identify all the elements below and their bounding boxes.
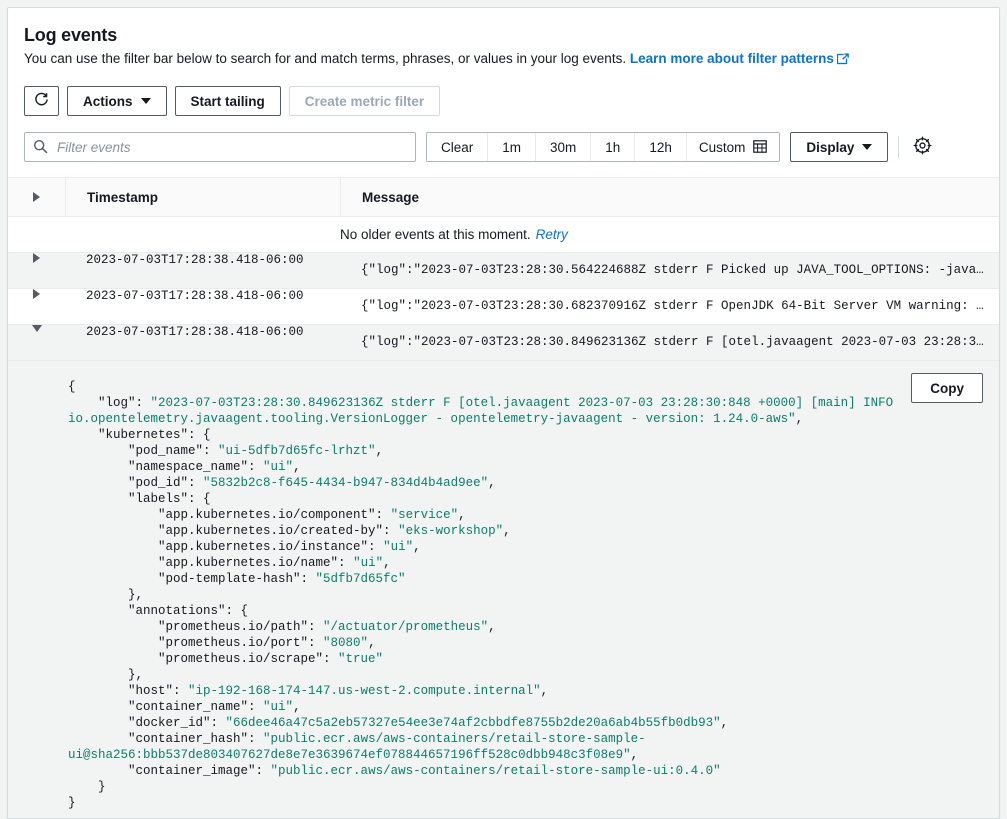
- screenshot-root: Log events You can use the filter bar be…: [0, 0, 1007, 819]
- refresh-button[interactable]: [24, 86, 59, 116]
- chevron-right-icon: [33, 192, 40, 202]
- column-header-message[interactable]: Message: [340, 178, 999, 216]
- row-expand-toggle[interactable]: [8, 289, 65, 299]
- actions-button-label: Actions: [83, 94, 133, 109]
- filter-bar: Clear 1m 30m 1h 12h Custom: [8, 116, 999, 162]
- display-button-label: Display: [806, 140, 854, 155]
- range-custom[interactable]: Custom: [687, 133, 780, 161]
- range-1h[interactable]: 1h: [591, 133, 635, 161]
- calendar-icon: [753, 139, 767, 156]
- panel-description: You can use the filter bar below to sear…: [24, 49, 983, 71]
- row-timestamp: 2023-07-03T17:28:38.418-06:00: [65, 253, 340, 267]
- time-range-selector: Clear 1m 30m 1h 12h Custom: [426, 132, 780, 162]
- panel-description-text: You can use the filter bar below to sear…: [24, 51, 626, 66]
- table-row[interactable]: 2023-07-03T17:28:38.418-06:00 {"log":"20…: [8, 325, 999, 361]
- row-collapse-toggle[interactable]: [8, 325, 65, 332]
- table-header-row: Timestamp Message: [8, 177, 999, 217]
- panel-header: Log events You can use the filter bar be…: [8, 8, 999, 71]
- expanded-event-detail: Copy { "log": "2023-07-03T23:28:30.84962…: [8, 361, 999, 819]
- filter-patterns-link[interactable]: Learn more about filter patterns: [630, 51, 849, 66]
- copy-button[interactable]: Copy: [911, 373, 983, 403]
- toolbar-divider: [898, 136, 899, 158]
- display-dropdown-button[interactable]: Display: [790, 132, 888, 162]
- no-older-events-text: No older events at this moment.: [340, 227, 531, 242]
- range-12h[interactable]: 12h: [635, 133, 687, 161]
- start-tailing-button[interactable]: Start tailing: [175, 86, 281, 116]
- range-clear[interactable]: Clear: [427, 133, 488, 161]
- chevron-down-icon: [141, 98, 151, 104]
- refresh-icon: [34, 92, 49, 110]
- external-link-icon: [837, 51, 849, 71]
- table-row[interactable]: 2023-07-03T17:28:38.418-06:00 {"log":"20…: [8, 253, 999, 289]
- expand-all-toggle[interactable]: [8, 178, 65, 216]
- range-30m[interactable]: 30m: [536, 133, 591, 161]
- actions-dropdown-button[interactable]: Actions: [67, 86, 167, 116]
- chevron-right-icon: [33, 253, 40, 263]
- chevron-right-icon: [33, 289, 40, 299]
- row-timestamp: 2023-07-03T17:28:38.418-06:00: [65, 289, 340, 303]
- toolbar: Actions Start tailing Create metric filt…: [8, 71, 999, 116]
- search-input[interactable]: [24, 132, 416, 162]
- column-header-timestamp[interactable]: Timestamp: [65, 178, 340, 216]
- retry-link[interactable]: Retry: [536, 227, 568, 242]
- chevron-down-icon: [32, 325, 42, 332]
- range-custom-label: Custom: [699, 140, 746, 155]
- row-message: {"log":"2023-07-03T23:28:30.682370916Z s…: [340, 289, 999, 313]
- event-json-content: { "log": "2023-07-03T23:28:30.849623136Z…: [68, 379, 898, 811]
- no-older-events-row: No older events at this moment. Retry: [8, 217, 999, 253]
- row-message: {"log":"2023-07-03T23:28:30.849623136Z s…: [340, 325, 999, 349]
- search-field-wrapper: [24, 132, 416, 162]
- range-1m[interactable]: 1m: [488, 133, 536, 161]
- create-metric-filter-button: Create metric filter: [289, 86, 440, 116]
- row-timestamp: 2023-07-03T17:28:38.418-06:00: [65, 325, 340, 339]
- filter-patterns-link-label: Learn more about filter patterns: [630, 51, 834, 66]
- row-expand-toggle[interactable]: [8, 253, 65, 263]
- log-events-table: Timestamp Message No older events at thi…: [8, 177, 999, 819]
- row-message: {"log":"2023-07-03T23:28:30.564224688Z s…: [340, 253, 999, 277]
- log-events-panel: Log events You can use the filter bar be…: [7, 7, 1000, 819]
- page-title: Log events: [24, 24, 983, 46]
- gear-icon: [913, 136, 932, 158]
- chevron-down-icon: [862, 144, 872, 150]
- settings-button[interactable]: [909, 134, 935, 160]
- table-row[interactable]: 2023-07-03T17:28:38.418-06:00 {"log":"20…: [8, 289, 999, 325]
